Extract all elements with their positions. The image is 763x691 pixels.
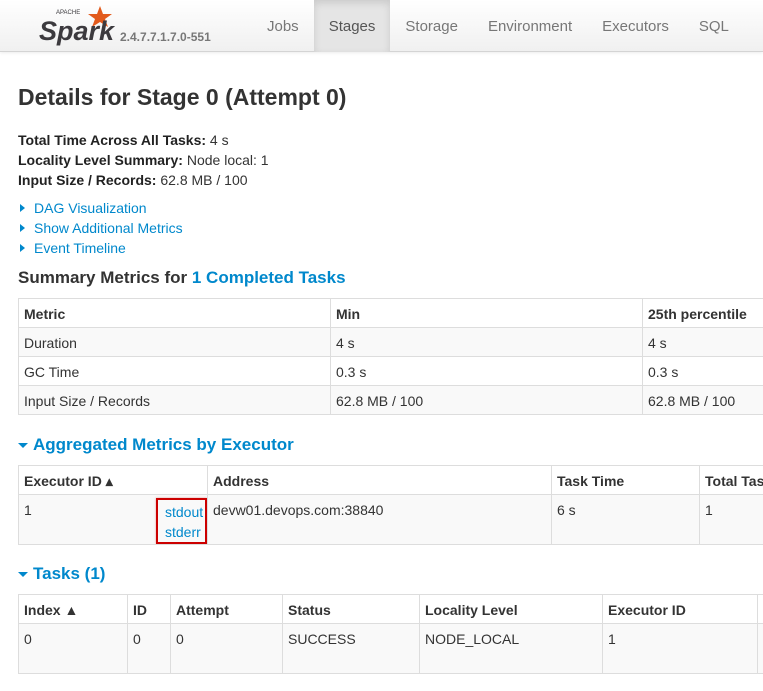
executor-id-cell: 1 stdout stderr <box>18 494 208 545</box>
tab-stages[interactable]: Stages <box>313 0 391 52</box>
table-row: Input Size / Records 62.8 MB / 100 62.8 … <box>18 385 763 415</box>
page-title: Details for Stage 0 (Attempt 0) <box>18 84 347 110</box>
column-header[interactable]: 25th percentile <box>642 298 763 328</box>
table-cell: 4 s <box>330 327 643 357</box>
tab-storage[interactable]: Storage <box>390 0 473 52</box>
caret-down-icon <box>18 571 28 577</box>
table-cell: 0.3 s <box>330 356 643 386</box>
aggregated-metrics-table: Executor ID ▴ Address Task Time Total Ta… <box>18 465 763 545</box>
stage-summary: Total Time Across All Tasks: 4 s Localit… <box>18 130 269 190</box>
table-header-row: Executor ID ▴ Address Task Time Total Ta… <box>18 465 763 495</box>
summary-value: 62.8 MB / 100 <box>160 172 248 188</box>
address-cell: devw01.devops.com:38840 <box>207 494 552 545</box>
summary-input-size: Input Size / Records: 62.8 MB / 100 <box>18 170 269 190</box>
column-header[interactable]: Metric <box>18 298 331 328</box>
caret-right-icon <box>20 244 25 252</box>
caret-down-icon <box>18 442 28 448</box>
caret-right-icon <box>20 224 25 232</box>
summary-value: Node local: 1 <box>186 152 269 168</box>
table-cell: SUCCESS <box>282 623 420 674</box>
executor-id: 1 <box>24 502 32 518</box>
completed-tasks-link[interactable]: 1 Completed Tasks <box>192 268 346 288</box>
tasks-table: Index ▲ ID Attempt Status Locality Level… <box>18 594 763 674</box>
table-cell: 0.3 s <box>642 356 763 386</box>
table-cell: 62.8 MB / 100 <box>642 385 763 415</box>
column-header[interactable]: Address <box>207 465 552 495</box>
tab-jobs[interactable]: Jobs <box>252 0 314 52</box>
table-header-row: Index ▲ ID Attempt Status Locality Level… <box>18 594 763 624</box>
table-row: GC Time 0.3 s 0.3 s <box>18 356 763 386</box>
table-row: 1 stdout stderr devw01.devops.com:38840 … <box>18 494 763 545</box>
column-header[interactable]: ID <box>127 594 171 624</box>
aggregated-metrics-heading: Aggregated Metrics by Executor <box>33 435 294 454</box>
tab-sql[interactable]: SQL <box>684 0 744 52</box>
summary-value: 4 s <box>209 132 229 148</box>
expander-label: DAG Visualization <box>34 200 147 216</box>
summary-key: Input Size / Records: <box>18 172 157 188</box>
navbar: APACHE Spark 2.4.7.7.1.7.0-551 Jobs Stag… <box>0 0 763 52</box>
column-header[interactable]: Task Time <box>551 465 700 495</box>
tasks-toggle[interactable]: Tasks (1) <box>18 564 105 584</box>
spark-version: 2.4.7.7.1.7.0-551 <box>120 30 211 44</box>
table-cell: 1 <box>602 623 758 674</box>
table-cell: GC Time <box>18 356 331 386</box>
column-header[interactable]: Status <box>282 594 420 624</box>
summary-total-time: Total Time Across All Tasks: 4 s <box>18 130 269 150</box>
column-header[interactable]: Min <box>330 298 643 328</box>
spark-star-icon: APACHE Spark <box>39 6 116 46</box>
total-tasks-cell: 1 <box>699 494 763 545</box>
table-cell: NODE_LOCAL <box>419 623 603 674</box>
summary-locality: Locality Level Summary: Node local: 1 <box>18 150 269 170</box>
table-cell: 4 s <box>642 327 763 357</box>
summary-key: Total Time Across All Tasks: <box>18 132 207 148</box>
additional-metrics-toggle[interactable]: Show Additional Metrics <box>18 218 183 238</box>
nav-tabs: Jobs Stages Storage Environment Executor… <box>252 0 744 52</box>
column-header[interactable]: Attempt <box>170 594 283 624</box>
task-time-cell: 6 s <box>551 494 700 545</box>
heading-prefix: Summary Metrics for <box>18 268 188 287</box>
table-row: Duration 4 s 4 s <box>18 327 763 357</box>
table-cell: Duration <box>18 327 331 357</box>
caret-right-icon <box>20 204 25 212</box>
tab-environment[interactable]: Environment <box>473 0 587 52</box>
expander-label: Event Timeline <box>34 240 126 256</box>
table-cell: 0 <box>127 623 171 674</box>
column-header[interactable]: Executor ID <box>602 594 758 624</box>
column-header[interactable] <box>757 594 763 624</box>
table-cell: Input Size / Records <box>18 385 331 415</box>
tab-executors[interactable]: Executors <box>587 0 684 52</box>
column-header-executor-id[interactable]: Executor ID ▴ <box>18 465 208 495</box>
dag-visualization-toggle[interactable]: DAG Visualization <box>18 198 183 218</box>
table-cell <box>757 623 763 674</box>
expander-label: Show Additional Metrics <box>34 220 183 236</box>
event-timeline-toggle[interactable]: Event Timeline <box>18 238 183 258</box>
table-cell: 0 <box>170 623 283 674</box>
brand-name-text: Spark <box>39 16 116 46</box>
stderr-link[interactable]: stderr <box>165 522 205 542</box>
summary-metrics-table: Metric Min 25th percentile Duration 4 s … <box>18 298 763 415</box>
summary-key: Locality Level Summary: <box>18 152 183 168</box>
table-cell: 0 <box>18 623 128 674</box>
summary-metrics-heading: Summary Metrics for 1 Completed Tasks <box>18 268 346 288</box>
expanders: DAG Visualization Show Additional Metric… <box>18 198 183 258</box>
log-links-highlight: stdout stderr <box>156 498 207 544</box>
spark-logo[interactable]: APACHE Spark 2.4.7.7.1.7.0-551 <box>38 4 218 48</box>
aggregated-metrics-toggle[interactable]: Aggregated Metrics by Executor <box>18 435 294 455</box>
table-header-row: Metric Min 25th percentile <box>18 298 763 328</box>
table-row: 0 0 0 SUCCESS NODE_LOCAL 1 <box>18 623 763 674</box>
column-header-index[interactable]: Index ▲ <box>18 594 128 624</box>
stdout-link[interactable]: stdout <box>165 502 205 522</box>
column-header[interactable]: Locality Level <box>419 594 603 624</box>
table-cell: 62.8 MB / 100 <box>330 385 643 415</box>
column-header[interactable]: Total Tas <box>699 465 763 495</box>
tasks-heading: Tasks (1) <box>33 564 106 583</box>
